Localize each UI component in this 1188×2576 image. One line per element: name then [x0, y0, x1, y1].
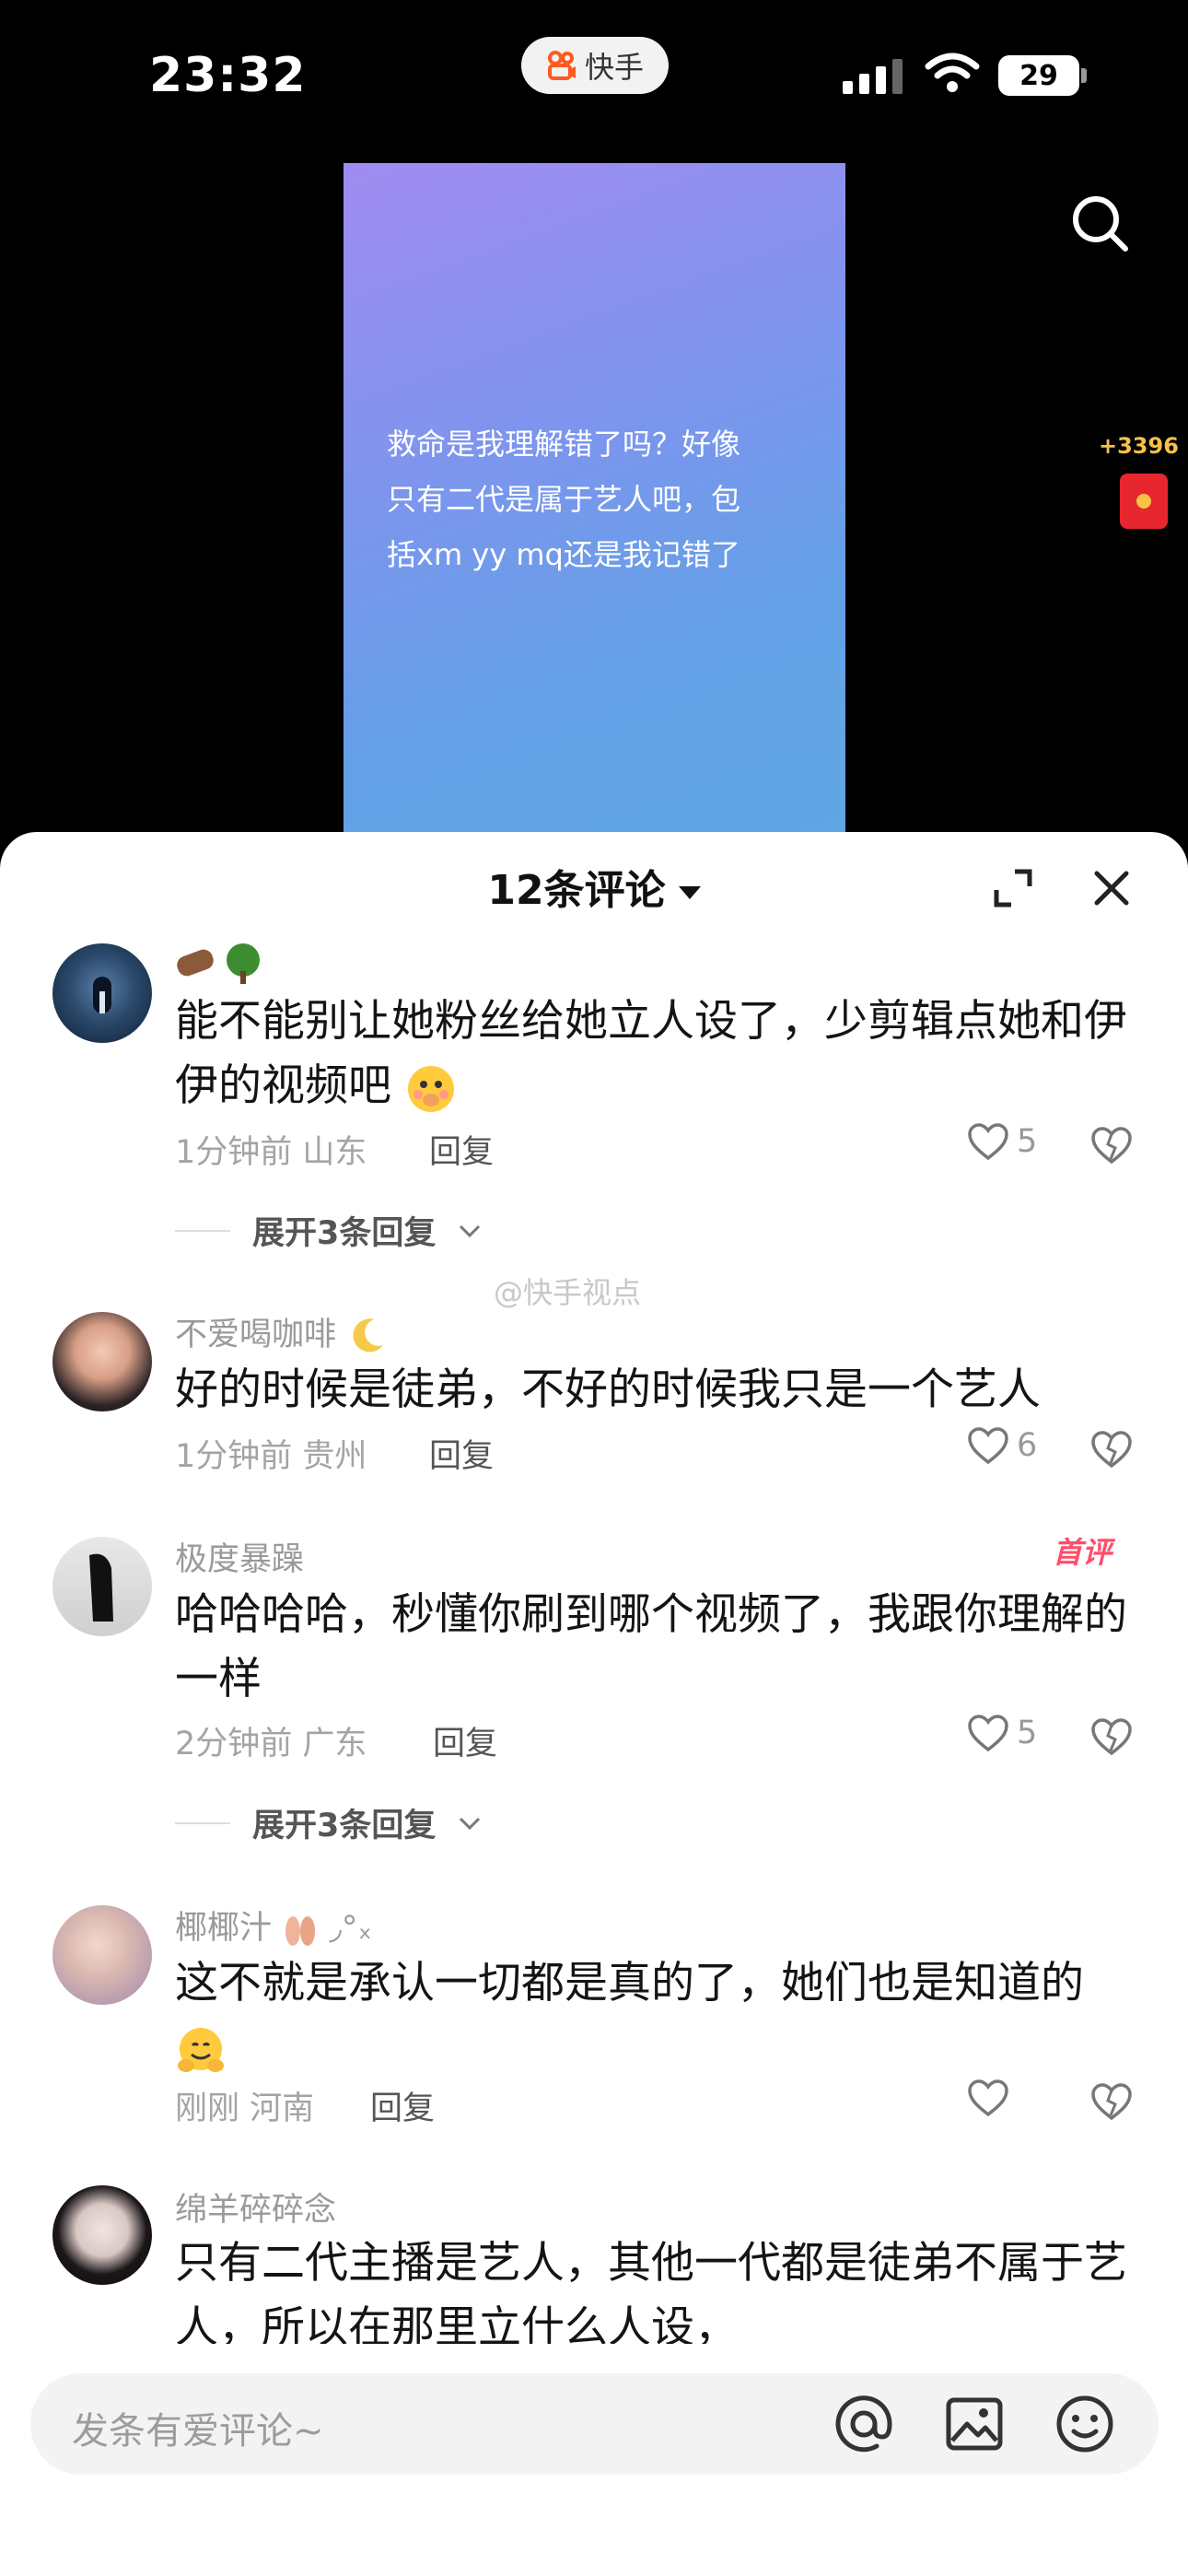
feet-emoji-icon: [285, 1916, 316, 1946]
comment-text: 哈哈哈哈，秒懂你刷到哪个视频了，我跟你理解的一样: [175, 1589, 1127, 1704]
shy-face-emoji-icon: [407, 1065, 454, 1112]
comment-time: 1分钟前: [175, 1438, 293, 1475]
comment-location: 贵州: [302, 1438, 367, 1475]
comment-username: 椰椰汁 ◞°ₓ: [175, 1902, 372, 1950]
video-caption: 救命是我理解错了吗？好像 只有二代是属于艺人吧，包 括xm yy mq还是我记错…: [387, 416, 810, 582]
like-count: 6: [1017, 1427, 1038, 1464]
comment-time: 1分钟前: [175, 1134, 293, 1171]
status-time: 23:32: [149, 48, 307, 103]
battery-level: 29: [1019, 59, 1058, 92]
expand-divider: [175, 1821, 230, 1824]
caption-line: 只有二代是属于艺人吧，包: [387, 482, 741, 517]
comment-meta: 2分钟前 广东: [175, 1717, 367, 1764]
avatar-image: [89, 1553, 113, 1622]
heart-icon: [968, 2079, 1008, 2117]
battery-indicator: 29: [998, 55, 1079, 96]
avatar[interactable]: [52, 1312, 152, 1411]
chevron-down-icon: [678, 886, 701, 899]
avatar[interactable]: [52, 1537, 152, 1636]
comment-username: 极度暴躁: [175, 1541, 305, 1578]
comment-location: 山东: [302, 1134, 367, 1171]
expand-divider: [175, 1229, 230, 1232]
comment-text-content: 这不就是承认一切都是真的了，她们也是知道的: [175, 1958, 1084, 2008]
battery-tip: [1081, 68, 1087, 83]
at-mention-icon[interactable]: [833, 2393, 895, 2455]
dislike-heart-icon[interactable]: [1090, 1126, 1133, 1165]
caption-line: 救命是我理解错了吗？好像: [387, 427, 741, 462]
app-name: 快手: [584, 50, 644, 85]
comment-time: 刚刚: [175, 2090, 240, 2127]
comment-text: 好的时候是徒弟，不好的时候我只是一个艺人: [175, 1364, 1041, 1415]
avatar[interactable]: [52, 2185, 152, 2285]
fullscreen-expand-icon[interactable]: [991, 866, 1035, 910]
emoji-picker-icon[interactable]: [1054, 2393, 1116, 2455]
chevron-down-icon: [460, 1224, 481, 1237]
heart-icon: [968, 1715, 1008, 1752]
like-button[interactable]: [967, 2078, 1017, 2117]
hugging-face-emoji-icon: [178, 2027, 224, 2072]
kuaishou-logo-icon: [547, 51, 576, 80]
red-packet-icon[interactable]: [1120, 474, 1168, 529]
expand-replies-label: 展开3条回复: [252, 1215, 437, 1252]
comment-meta: 刚刚 河南: [175, 2082, 314, 2129]
username-emoji-icons: [175, 940, 276, 989]
comment-location: 广东: [302, 1726, 367, 1762]
reward-count: +3396: [1099, 433, 1179, 459]
comment-text: 能不能别让她粉丝给她立人设了，少剪辑点她和伊伊的视频吧: [175, 989, 1151, 1118]
expand-replies-button[interactable]: 展开3条回复: [175, 1207, 482, 1254]
comment-text-content: 能不能别让她粉丝给她立人设了，少剪辑点她和伊伊的视频吧: [175, 996, 1127, 1111]
username-text: 不爱喝咖啡: [175, 1317, 337, 1353]
cellular-signal-icon: [843, 59, 903, 94]
dislike-heart-icon[interactable]: [1090, 2082, 1133, 2121]
heart-icon: [968, 1123, 1008, 1161]
username-suffix: ◞°ₓ: [329, 1910, 372, 1947]
comment-location: 河南: [250, 2090, 315, 2127]
like-count: 5: [1017, 1715, 1038, 1751]
search-icon[interactable]: [1068, 192, 1133, 256]
comment-text: 只有二代主播是艺人，其他一代都是徒弟不属于艺人，所以在那里立什么人设，: [175, 2238, 1127, 2344]
image-icon[interactable]: [943, 2393, 1006, 2455]
comment-meta: 1分钟前 山东: [175, 1126, 367, 1173]
like-button[interactable]: 6: [967, 1426, 1037, 1465]
comment-username: 不爱喝咖啡: [175, 1308, 387, 1356]
like-button[interactable]: 5: [967, 1122, 1037, 1161]
comment-meta: 1分钟前 贵州: [175, 1430, 367, 1477]
chevron-down-icon: [460, 1817, 481, 1830]
comment-text: 这不就是承认一切都是真的了，她们也是知道的: [175, 1951, 1151, 2080]
dislike-heart-icon[interactable]: [1090, 1430, 1133, 1469]
crescent-moon-icon: [353, 1318, 384, 1352]
expand-replies-label: 展开3条回复: [252, 1808, 437, 1844]
heart-icon: [968, 1427, 1008, 1465]
like-button[interactable]: 5: [967, 1714, 1037, 1752]
reply-button[interactable]: 回复: [429, 1126, 494, 1173]
comments-title-text: 12条评论: [487, 867, 666, 914]
caption-line: 括xm yy mq还是我记错了: [387, 537, 740, 572]
wifi-icon: [925, 53, 980, 92]
app-indicator[interactable]: 快手: [521, 37, 669, 94]
avatar-image: [93, 977, 111, 1013]
watermark: @快手视点: [494, 1275, 642, 1310]
close-icon[interactable]: [1089, 866, 1134, 910]
dislike-heart-icon[interactable]: [1090, 1717, 1133, 1756]
expand-replies-button[interactable]: 展开3条回复: [175, 1799, 482, 1846]
comment-time: 2分钟前: [175, 1726, 293, 1762]
reply-button[interactable]: 回复: [433, 1717, 497, 1764]
reply-button[interactable]: 回复: [370, 2082, 435, 2129]
avatar[interactable]: [52, 1905, 152, 2005]
comment-input-placeholder: 发条有爱评论~: [72, 2410, 324, 2453]
username-text: 椰椰汁: [175, 1910, 273, 1947]
first-comment-badge: 首评: [1053, 1535, 1112, 1570]
avatar[interactable]: [52, 943, 152, 1043]
comment-username: 绵羊碎碎念: [175, 2192, 337, 2229]
red-packet-seal: [1136, 494, 1151, 509]
like-count: 5: [1017, 1123, 1038, 1160]
reply-button[interactable]: 回复: [429, 1430, 494, 1477]
